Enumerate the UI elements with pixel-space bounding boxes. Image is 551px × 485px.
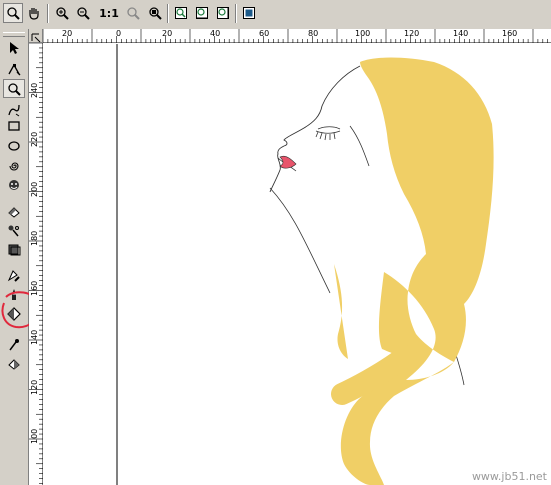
ruler-label: 80 <box>308 29 319 38</box>
ruler-label: 200 <box>30 181 39 197</box>
ruler-label: 140 <box>30 329 39 345</box>
eyedropper-tool-icon[interactable] <box>3 239 25 258</box>
hair-strand-lower <box>334 264 348 359</box>
ruler-label: 240 <box>30 82 39 98</box>
ruler-label: 220 <box>30 131 39 147</box>
spiral-tool-icon[interactable] <box>3 156 25 175</box>
face-profile-line <box>269 65 361 193</box>
ruler-label: 100 <box>30 428 39 444</box>
ruler-label: 20 <box>62 29 73 38</box>
ruler-label: 100 <box>355 29 371 38</box>
zoom-all-objects-icon[interactable] <box>145 3 165 23</box>
interactive-mesh-fill-tool-icon[interactable] <box>3 335 25 354</box>
rectangle-tool-icon[interactable] <box>3 116 25 135</box>
vertical-ruler[interactable]: 240 220 200 180 160 140 120 100 <box>29 43 43 485</box>
zoom-page-icon[interactable] <box>171 3 191 23</box>
ruler-label: 140 <box>453 29 469 38</box>
toolbox <box>0 29 40 485</box>
pick-tool-icon[interactable] <box>3 38 25 57</box>
woman-profile-illustration <box>116 44 494 485</box>
smart-fill-tool-icon[interactable] <box>3 354 25 373</box>
ruler-label: 160 <box>30 280 39 296</box>
neck-line <box>269 187 331 294</box>
drawing-canvas[interactable]: www.jb51.net <box>44 44 551 485</box>
hair-shape <box>340 57 494 485</box>
ruler-label: 120 <box>404 29 420 38</box>
zoom-tool-icon[interactable] <box>3 3 23 23</box>
cheek-line <box>349 125 370 167</box>
ellipse-tool-icon[interactable] <box>3 136 25 155</box>
zoom-actual-size-icon[interactable]: 1:1 <box>96 3 122 23</box>
watermark-text: www.jb51.net <box>471 470 547 483</box>
ruler-label: 160 <box>502 29 518 38</box>
basic-shapes-tool-icon[interactable] <box>3 175 25 194</box>
zoom-out-icon[interactable] <box>73 3 93 23</box>
lips <box>279 155 297 169</box>
ruler-label: 60 <box>259 29 270 38</box>
zoom-in-icon[interactable] <box>52 3 72 23</box>
pan-hand-icon[interactable] <box>24 3 44 23</box>
zoom-page-height-icon[interactable] <box>213 3 233 23</box>
ruler-label: 180 <box>30 230 39 246</box>
ruler-origin[interactable] <box>29 29 43 43</box>
horizontal-ruler[interactable]: 20 0 20 40 60 80 100 120 140 160 <box>43 29 551 43</box>
full-screen-preview-icon[interactable] <box>239 3 259 23</box>
ruler-label: 40 <box>210 29 221 38</box>
outline-tool-icon[interactable] <box>3 266 25 285</box>
zoom-page-width-icon[interactable] <box>192 3 212 23</box>
zoom-toolbar: 1:1 <box>0 0 551 30</box>
zoom-tool-icon[interactable] <box>3 79 25 98</box>
ruler-label: 0 <box>116 29 122 38</box>
eye-lashes <box>315 126 341 141</box>
ruler-label: 120 <box>30 379 39 395</box>
ruler-label: 20 <box>162 29 173 38</box>
zoom-selected-icon[interactable] <box>123 3 143 23</box>
interactive-blend-tool-icon[interactable] <box>3 221 25 240</box>
text-tool-icon[interactable] <box>3 202 25 221</box>
shape-tool-icon[interactable] <box>3 59 25 78</box>
